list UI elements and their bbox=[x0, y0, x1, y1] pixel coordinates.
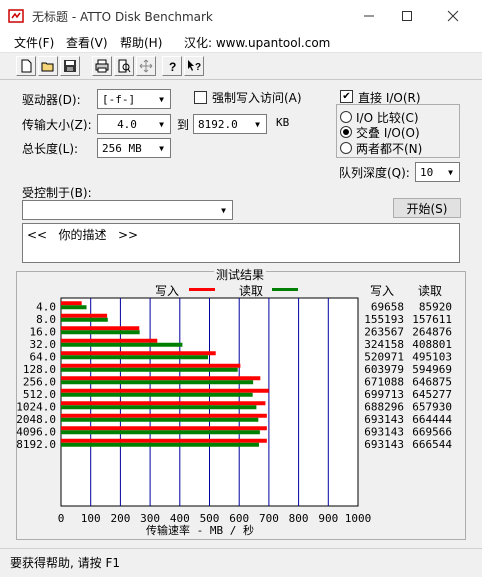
read-bar bbox=[61, 305, 87, 310]
write-bar bbox=[61, 338, 158, 343]
read-value: 645277 bbox=[412, 388, 452, 401]
read-value: 408801 bbox=[412, 338, 452, 351]
read-value: 594969 bbox=[412, 363, 452, 376]
x-tick-label: 1000 bbox=[345, 512, 372, 525]
write-bar bbox=[61, 376, 261, 381]
read-bar bbox=[61, 430, 260, 435]
x-tick-label: 100 bbox=[81, 512, 101, 525]
x-tick-label: 900 bbox=[318, 512, 338, 525]
write-value: 324158 bbox=[364, 338, 404, 351]
category-label: 8192.0 bbox=[16, 438, 56, 451]
write-value: 699713 bbox=[364, 388, 404, 401]
x-tick-label: 700 bbox=[259, 512, 279, 525]
category-label: 64.0 bbox=[30, 350, 57, 363]
read-bar bbox=[61, 442, 259, 447]
read-bar bbox=[61, 317, 108, 322]
write-bar bbox=[61, 388, 269, 393]
write-bar bbox=[61, 313, 108, 318]
read-value: 666544 bbox=[412, 438, 452, 451]
x-tick-label: 800 bbox=[289, 512, 309, 525]
x-tick-label: 200 bbox=[110, 512, 130, 525]
write-value: 693143 bbox=[364, 413, 404, 426]
chart-xlabel: 传输速率 - MB / 秒 bbox=[146, 524, 254, 537]
category-label: 512.0 bbox=[23, 388, 56, 401]
write-value: 263567 bbox=[364, 325, 404, 338]
read-value: 495103 bbox=[412, 350, 452, 363]
read-bar bbox=[61, 417, 259, 422]
category-label: 8.0 bbox=[36, 313, 56, 326]
category-label: 1024.0 bbox=[16, 400, 56, 413]
read-bar bbox=[61, 405, 257, 410]
status-text: 要获得帮助, 请按 F1 bbox=[10, 556, 120, 570]
x-tick-label: 0 bbox=[58, 512, 65, 525]
read-value: 669566 bbox=[412, 425, 452, 438]
read-bar bbox=[61, 330, 140, 335]
write-value: 155193 bbox=[364, 313, 404, 326]
category-label: 128.0 bbox=[23, 363, 56, 376]
read-value: 646875 bbox=[412, 375, 452, 388]
results-chart: 0 100 200 300 400 500 600 700 800 900 10004.0 69658… bbox=[16, 297, 452, 525]
write-bar bbox=[61, 438, 267, 443]
read-value: 264876 bbox=[412, 325, 452, 338]
read-bar bbox=[61, 355, 209, 360]
write-bar bbox=[61, 363, 241, 368]
write-value: 520971 bbox=[364, 350, 404, 363]
write-value: 693143 bbox=[364, 425, 404, 438]
write-bar bbox=[61, 301, 82, 306]
write-value: 693143 bbox=[364, 438, 404, 451]
read-bar bbox=[61, 342, 183, 347]
read-bar bbox=[61, 392, 253, 397]
category-label: 4096.0 bbox=[16, 425, 56, 438]
write-value: 69658 bbox=[371, 300, 404, 313]
read-bar bbox=[61, 367, 238, 372]
category-label: 32.0 bbox=[30, 338, 57, 351]
category-label: 16.0 bbox=[30, 325, 57, 338]
write-value: 671088 bbox=[364, 375, 404, 388]
write-bar bbox=[61, 401, 266, 406]
write-bar bbox=[61, 326, 140, 331]
read-value: 157611 bbox=[412, 313, 452, 326]
read-value: 85920 bbox=[419, 300, 452, 313]
read-value: 657930 bbox=[412, 400, 452, 413]
write-value: 688296 bbox=[364, 400, 404, 413]
read-bar bbox=[61, 380, 254, 385]
write-bar bbox=[61, 426, 267, 431]
write-bar bbox=[61, 351, 216, 356]
write-bar bbox=[61, 413, 267, 418]
read-value: 664444 bbox=[412, 413, 452, 426]
category-label: 256.0 bbox=[23, 375, 56, 388]
category-label: 2048.0 bbox=[16, 413, 56, 426]
write-value: 603979 bbox=[364, 363, 404, 376]
category-label: 4.0 bbox=[36, 300, 56, 313]
